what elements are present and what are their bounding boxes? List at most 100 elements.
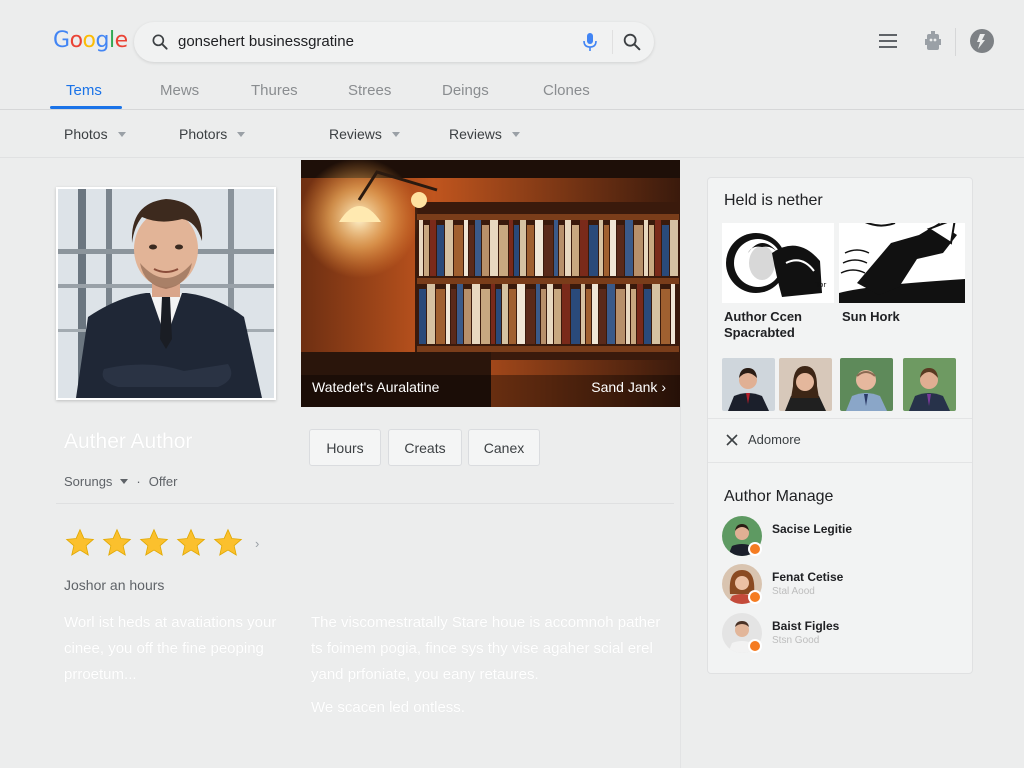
admore-label: Adomore <box>748 432 801 447</box>
search-button-icon[interactable] <box>620 31 644 53</box>
meta-secondary[interactable]: Offer <box>149 474 178 489</box>
close-icon <box>726 433 738 446</box>
tab-thures[interactable]: Thures <box>251 82 298 99</box>
apps-icon[interactable] <box>922 30 944 52</box>
person-subtitle: Stal Aood <box>772 586 815 597</box>
author-portrait <box>58 189 274 398</box>
star-icon <box>65 528 95 556</box>
person-name: Sacise Legitie <box>772 522 853 536</box>
thumb-photo-1 <box>722 358 775 411</box>
description-right: The viscomestratally Stare houe is accom… <box>311 614 661 683</box>
svg-text:Tor: Tor <box>815 281 826 289</box>
logo-letter: g <box>95 28 110 53</box>
mic-icon[interactable] <box>580 31 600 53</box>
status-badge <box>748 590 762 604</box>
hero-image[interactable]: Watedet's Auralatine Sand Jank › <box>301 160 680 407</box>
meta-primary[interactable]: Sorungs <box>64 474 112 489</box>
filter-reviews-2[interactable]: Reviews <box>449 126 520 142</box>
header-divider <box>955 28 956 56</box>
person-name: Baist Figles <box>772 619 840 633</box>
filter-photos[interactable]: Photos <box>64 126 126 142</box>
person-name: Fenat Cetise <box>772 570 844 584</box>
star-icon <box>139 528 169 556</box>
thumb-photo-2 <box>779 358 832 411</box>
account-icon[interactable] <box>969 28 995 54</box>
admore-link[interactable]: Adomore <box>726 432 801 447</box>
description-left: Worl ist heds at avatiations your cinee,… <box>64 614 277 683</box>
logo-letter: G <box>53 28 70 53</box>
illustration-figure <box>839 223 965 303</box>
menu-icon[interactable] <box>877 30 899 52</box>
star-icon <box>102 528 132 556</box>
logo-letter: o <box>82 28 96 53</box>
star-icon <box>213 528 243 556</box>
author-name: Auther Author <box>64 430 193 453</box>
panel-image-1[interactable]: Tor <box>722 223 834 303</box>
chevron-right-icon[interactable]: › <box>255 536 259 551</box>
people-thumb-1[interactable] <box>722 358 775 411</box>
chevron-down-icon <box>391 131 400 137</box>
hero-link-label: Sand Jank <box>591 379 658 395</box>
search-divider <box>612 30 613 54</box>
content-divider <box>56 503 674 504</box>
logo-letter: o <box>69 28 83 53</box>
search-bar[interactable]: gonsehert businessgratine <box>134 22 654 62</box>
panel-divider <box>708 418 972 419</box>
status-badge <box>748 542 762 556</box>
thumb-photo-3 <box>840 358 893 411</box>
panel-caption-1: Author Ccen Spacrabted <box>724 309 802 340</box>
people-thumb-3[interactable] <box>840 358 893 411</box>
hero-caption: Watedet's Auralatine <box>312 379 440 395</box>
people-thumb-2[interactable] <box>779 358 832 411</box>
person-item[interactable]: Baist Figles Stsn Good <box>722 613 962 657</box>
hero-link[interactable]: Sand Jank › <box>591 379 666 395</box>
tab-mews[interactable]: Mews <box>160 82 199 99</box>
tab-clones[interactable]: Clones <box>543 82 590 99</box>
filter-label: Reviews <box>329 126 382 142</box>
canex-button[interactable]: Canex <box>468 429 540 466</box>
chevron-down-icon <box>117 131 126 137</box>
filter-row: Photos Photors Reviews Reviews <box>0 110 1024 158</box>
filter-label: Reviews <box>449 126 502 142</box>
search-input[interactable]: gonsehert businessgratine <box>178 33 354 50</box>
panel-image-2[interactable] <box>839 223 965 303</box>
search-icon <box>152 34 168 50</box>
people-thumb-4[interactable] <box>903 358 956 411</box>
tab-deings[interactable]: Deings <box>442 82 489 99</box>
chevron-down-icon <box>237 131 246 137</box>
person-item[interactable]: Fenat Cetise Stal Aood <box>722 564 962 608</box>
panel-title: Held is nether <box>724 192 823 209</box>
active-tab-indicator <box>50 106 122 109</box>
meta-separator: · <box>136 474 141 489</box>
chevron-down-icon <box>511 131 520 137</box>
filter-photors[interactable]: Photors <box>179 126 246 142</box>
thumb-photo-4 <box>903 358 956 411</box>
logo-letter: e <box>114 28 129 53</box>
filter-label: Photos <box>64 126 108 142</box>
person-item[interactable]: Sacise Legitie <box>722 516 962 560</box>
header: Google gonsehert businessgratine <box>0 0 1024 80</box>
tab-tems[interactable]: Tems <box>66 82 102 99</box>
star-rating[interactable]: › <box>64 527 259 559</box>
search-tabs: Tems Mews Thures Strees Deings Clones <box>0 78 1024 110</box>
knowledge-panel: Held is nether Tor Author Ccen Spacrabte… <box>707 177 973 674</box>
profile-photo[interactable] <box>56 187 276 400</box>
column-divider <box>680 400 681 768</box>
hours-button[interactable]: Hours <box>309 429 381 466</box>
chevron-right-icon: › <box>661 379 666 395</box>
filter-reviews[interactable]: Reviews <box>329 126 400 142</box>
chevron-down-icon <box>120 479 129 484</box>
tab-strees[interactable]: Strees <box>348 82 391 99</box>
panel-divider <box>708 462 972 463</box>
status-badge <box>748 639 762 653</box>
panel-section-title: Author Manage <box>724 488 834 505</box>
google-logo[interactable]: Google <box>53 28 128 53</box>
creats-button[interactable]: Creats <box>388 429 462 466</box>
library-photo <box>301 160 680 407</box>
star-icon <box>176 528 206 556</box>
person-subtitle: Stsn Good <box>772 635 820 646</box>
description-more: We scacen led ontless. <box>311 699 465 716</box>
hours-label: Joshor an hours <box>64 577 165 593</box>
author-meta: Sorungs · Offer <box>64 474 177 489</box>
illustration-portrait: Tor <box>722 223 834 303</box>
